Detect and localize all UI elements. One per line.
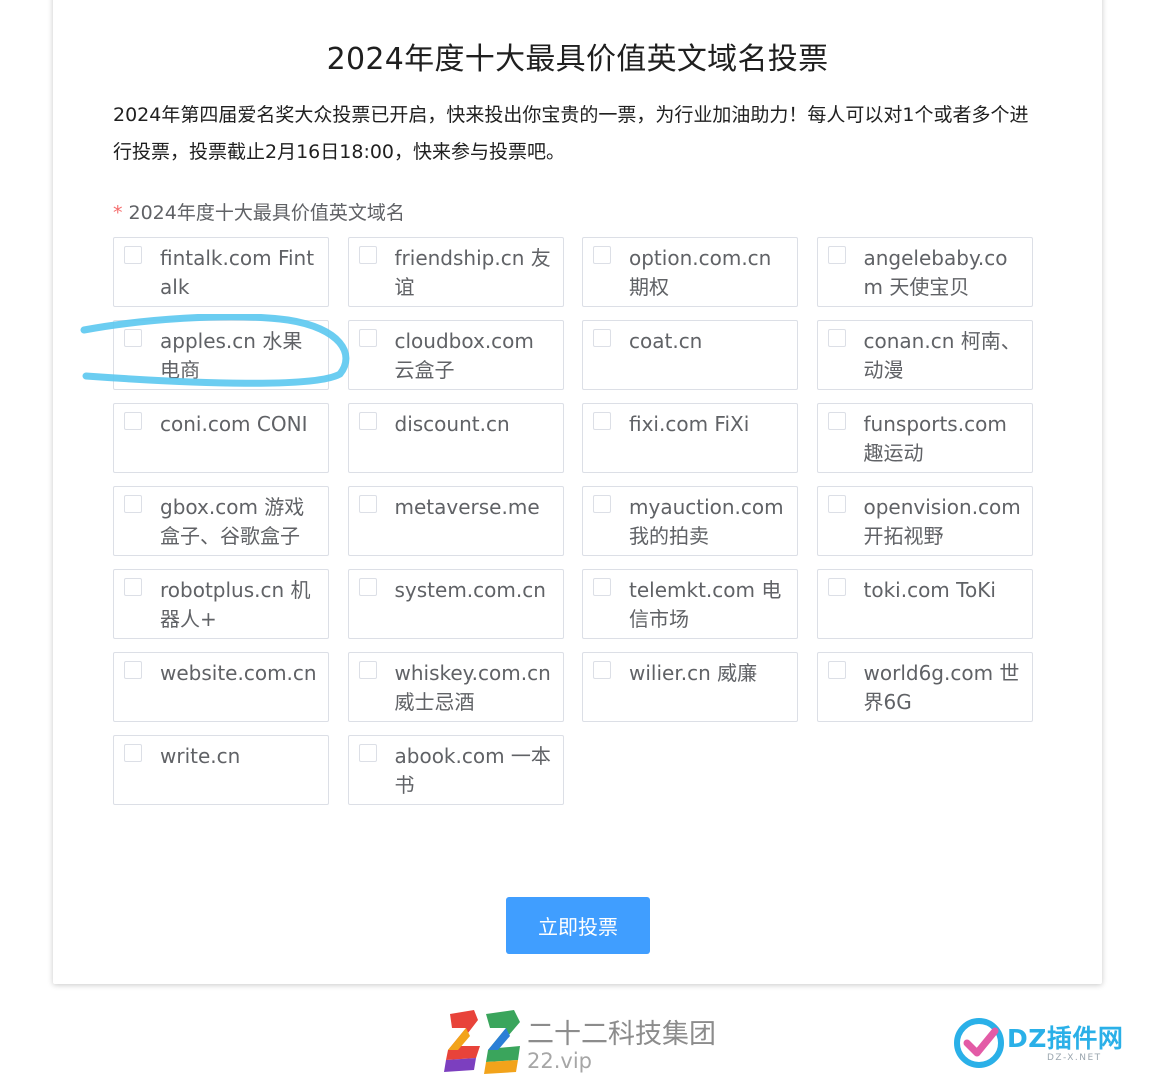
- checkbox[interactable]: [827, 578, 846, 596]
- option-label: write.cn: [160, 744, 241, 768]
- domain-option[interactable]: openvision.com 开拓视野: [816, 486, 1033, 556]
- checkbox[interactable]: [124, 578, 142, 596]
- domain-option[interactable]: metaverse.me: [347, 486, 564, 556]
- option-label: discount.cn: [394, 412, 510, 436]
- domain-option[interactable]: toki.com ToKi: [816, 569, 1033, 639]
- domain-option[interactable]: system.com.cn: [347, 569, 564, 639]
- domain-option[interactable]: wilier.cn 威廉: [582, 652, 798, 722]
- option-label: coni.com CONI: [160, 412, 308, 436]
- required-mark: *: [113, 202, 123, 224]
- option-label: apples.cn 水果电商: [160, 329, 303, 382]
- domain-option[interactable]: world6g.com 世界6G: [816, 652, 1033, 722]
- checkbox[interactable]: [358, 744, 377, 762]
- checkbox[interactable]: [827, 495, 846, 513]
- option-label: option.com.cn 期权: [629, 246, 772, 299]
- checkbox[interactable]: [124, 412, 142, 430]
- option-label: cloudbox.com 云盒子: [394, 329, 534, 382]
- option-label: website.com.cn: [160, 661, 317, 685]
- domain-option[interactable]: whiskey.com.cn 威士忌酒: [347, 652, 564, 722]
- option-label: angelebaby.com 天使宝贝: [863, 246, 1008, 299]
- checkbox[interactable]: [593, 661, 611, 679]
- option-label: wilier.cn 威廉: [629, 661, 758, 685]
- option-label: openvision.com 开拓视野: [863, 495, 1021, 548]
- domain-option[interactable]: option.com.cn 期权: [582, 237, 798, 307]
- submit-vote-button[interactable]: 立即投票: [506, 897, 650, 954]
- option-label: metaverse.me: [394, 495, 540, 519]
- company-name: 二十二科技集团: [527, 1019, 716, 1050]
- checkbox[interactable]: [124, 329, 142, 347]
- checkbox[interactable]: [358, 329, 377, 347]
- option-label: world6g.com 世界6G: [863, 661, 1020, 714]
- domain-option[interactable]: discount.cn: [347, 403, 564, 473]
- domain-option[interactable]: abook.com 一本书: [347, 735, 564, 805]
- domain-option[interactable]: conan.cn 柯南、动漫: [816, 320, 1033, 390]
- option-label: gbox.com 游戏盒子、谷歌盒子: [160, 495, 305, 548]
- option-label: conan.cn 柯南、动漫: [863, 329, 1021, 382]
- option-label: abook.com 一本书: [394, 744, 551, 797]
- watermark-sub: DZ-X.NET: [1047, 1053, 1102, 1063]
- domain-option[interactable]: website.com.cn: [113, 652, 329, 722]
- checkbox[interactable]: [358, 578, 377, 596]
- checkbox[interactable]: [827, 246, 846, 264]
- domain-option[interactable]: fixi.com FiXi: [582, 403, 798, 473]
- option-label: coat.cn: [629, 329, 703, 353]
- form-description: 2024年第四届爱名奖大众投票已开启，快来投出你宝贵的一票，为行业加油助力！每人…: [113, 104, 1029, 163]
- checkbox[interactable]: [827, 329, 846, 347]
- field-label: * 2024年度十大最具价值英文域名: [113, 198, 405, 225]
- domain-option[interactable]: funsports.com 趣运动: [816, 403, 1033, 473]
- domain-option[interactable]: write.cn: [113, 735, 329, 805]
- checkbox[interactable]: [593, 246, 611, 264]
- checkbox[interactable]: [593, 412, 611, 430]
- checkbox[interactable]: [593, 495, 611, 513]
- company-url: 22.vip: [527, 1049, 592, 1073]
- domain-option[interactable]: friendship.cn 友谊: [347, 237, 564, 307]
- checkbox[interactable]: [358, 495, 377, 513]
- options-grid: fintalk.com Fintalk friendship.cn 友谊 optio…: [113, 237, 1033, 805]
- checkbox[interactable]: [124, 744, 142, 762]
- field-label-text: 2024年度十大最具价值英文域名: [128, 202, 405, 224]
- option-label: funsports.com 趣运动: [863, 412, 1007, 465]
- checkbox[interactable]: [593, 329, 611, 347]
- company-logo-icon: [444, 1010, 520, 1074]
- checkbox[interactable]: [358, 246, 377, 264]
- domain-option[interactable]: coat.cn: [582, 320, 798, 390]
- checkbox[interactable]: [124, 661, 142, 679]
- watermark-brand: DZ插件网: [1007, 1024, 1124, 1053]
- option-label: robotplus.cn 机器人+: [160, 578, 311, 631]
- option-label: telemkt.com 电信市场: [629, 578, 782, 631]
- form-title: 2024年度十大最具价值英文域名投票: [326, 42, 829, 77]
- option-label: fixi.com FiXi: [629, 412, 750, 436]
- checkbox[interactable]: [358, 412, 377, 430]
- checkbox[interactable]: [827, 661, 846, 679]
- option-label: myauction.com 我的拍卖: [629, 495, 784, 548]
- domain-option[interactable]: myauction.com 我的拍卖: [582, 486, 798, 556]
- checkbox[interactable]: [827, 412, 846, 430]
- domain-option[interactable]: cloudbox.com 云盒子: [347, 320, 564, 390]
- domain-option[interactable]: coni.com CONI: [113, 403, 329, 473]
- domain-option[interactable]: apples.cn 水果电商: [113, 320, 329, 390]
- domain-option[interactable]: angelebaby.com 天使宝贝: [816, 237, 1033, 307]
- option-label: system.com.cn: [394, 578, 546, 602]
- checkbox[interactable]: [124, 495, 142, 513]
- dz-logo-icon: [954, 1018, 1004, 1068]
- option-label: whiskey.com.cn 威士忌酒: [394, 661, 551, 714]
- domain-option[interactable]: fintalk.com Fintalk: [113, 237, 329, 307]
- checkbox[interactable]: [124, 246, 142, 264]
- domain-option[interactable]: robotplus.cn 机器人+: [113, 569, 329, 639]
- option-label: fintalk.com Fintalk: [160, 246, 315, 299]
- checkbox[interactable]: [593, 578, 611, 596]
- domain-option[interactable]: gbox.com 游戏盒子、谷歌盒子: [113, 486, 329, 556]
- domain-option[interactable]: telemkt.com 电信市场: [582, 569, 798, 639]
- option-label: toki.com ToKi: [863, 578, 996, 602]
- option-label: friendship.cn 友谊: [394, 246, 551, 299]
- checkbox[interactable]: [358, 661, 377, 679]
